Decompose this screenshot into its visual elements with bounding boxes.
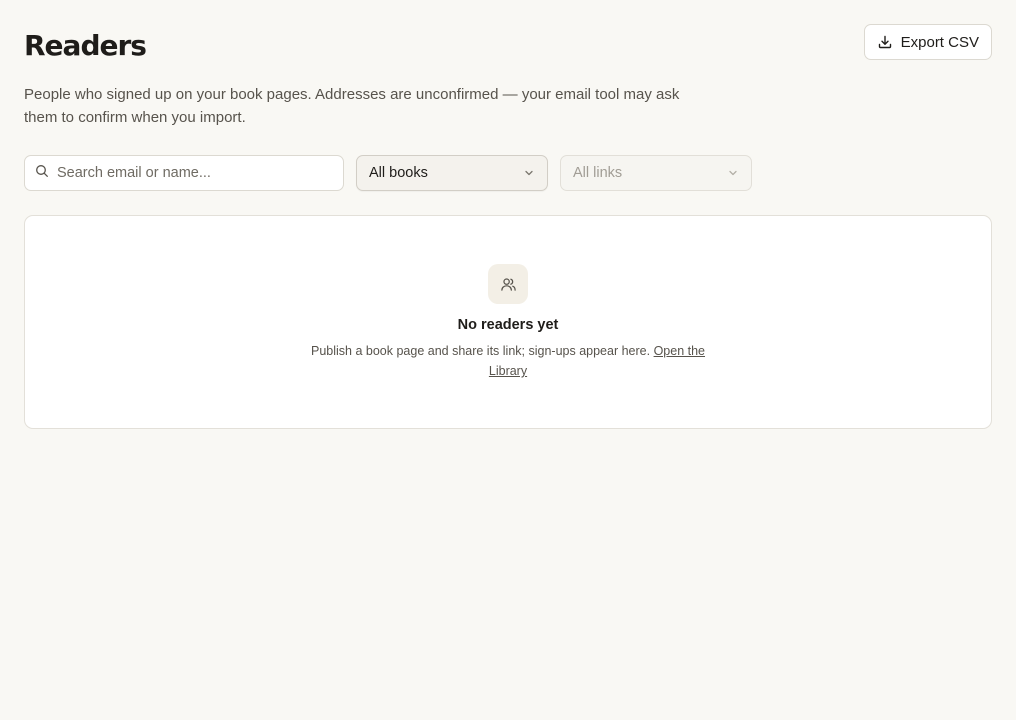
download-icon <box>877 34 893 50</box>
search-icon <box>35 164 49 183</box>
users-icon <box>488 264 528 304</box>
chevron-down-icon <box>523 167 535 179</box>
chevron-down-icon <box>727 167 739 179</box>
empty-state-text: Publish a book page and share its link; … <box>308 341 708 381</box>
page-title: Readers <box>24 29 147 62</box>
empty-state-description: Publish a book page and share its link; … <box>310 344 651 358</box>
export-csv-label: Export CSV <box>900 33 979 51</box>
export-csv-button[interactable]: Export CSV <box>863 24 992 60</box>
search-field[interactable] <box>24 155 344 191</box>
links-filter-select[interactable]: All links <box>560 155 752 191</box>
readers-page: Readers Export CSV People who signed up … <box>0 0 1016 720</box>
books-filter-select[interactable]: All books <box>356 155 548 191</box>
readers-empty-state: No readers yet Publish a book page and s… <box>24 215 992 429</box>
links-filter-value: All links <box>573 165 623 181</box>
filter-bar: All books All links <box>24 155 992 191</box>
books-filter-value: All books <box>369 165 428 181</box>
search-input[interactable] <box>57 165 327 181</box>
empty-state-title: No readers yet <box>457 317 559 333</box>
page-header: Readers Export CSV <box>24 24 992 84</box>
page-subtitle: People who signed up on your book pages.… <box>24 86 680 126</box>
